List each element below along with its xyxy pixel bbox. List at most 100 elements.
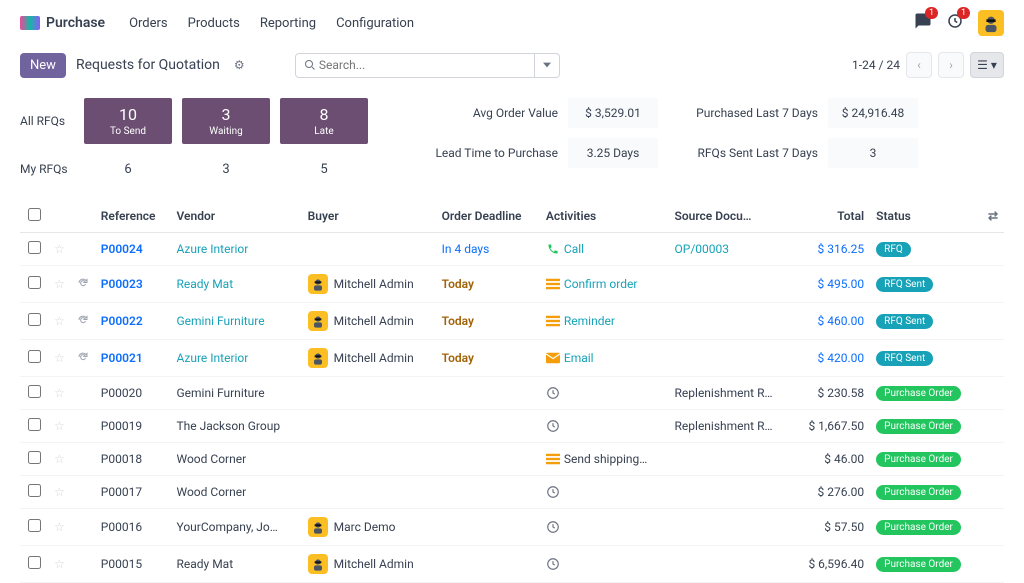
star-icon[interactable]: ☆: [54, 485, 65, 499]
vendor-link[interactable]: Azure Interior: [177, 242, 249, 256]
row-checkbox[interactable]: [28, 241, 41, 254]
total-value: $ 46.00: [824, 452, 864, 466]
activity-cell[interactable]: Call: [546, 242, 663, 256]
row-checkbox[interactable]: [28, 350, 41, 363]
row-checkbox[interactable]: [28, 385, 41, 398]
reference-link[interactable]: P00015: [101, 557, 142, 571]
resend-icon[interactable]: [77, 352, 89, 366]
activity-cell[interactable]: Send shipping…: [546, 452, 663, 466]
col-deadline[interactable]: Order Deadline: [436, 200, 540, 233]
activity-cell[interactable]: [546, 386, 663, 400]
vendor-link[interactable]: Wood Corner: [177, 485, 247, 499]
user-avatar[interactable]: [978, 10, 1004, 36]
col-reference[interactable]: Reference: [95, 200, 171, 233]
table-row[interactable]: ☆P00022Gemini FurnitureMitchell AdminTod…: [20, 303, 1004, 340]
source-doc[interactable]: OP/00003: [675, 242, 730, 256]
activity-cell[interactable]: [546, 557, 663, 571]
total-value[interactable]: $ 460.00: [818, 314, 865, 328]
stat-late[interactable]: 8 Late: [280, 98, 368, 144]
table-row[interactable]: ☆P00024Azure InteriorIn 4 daysCallOP/000…: [20, 233, 1004, 266]
reference-link[interactable]: P00019: [101, 419, 142, 433]
total-value[interactable]: $ 495.00: [818, 277, 865, 291]
star-icon[interactable]: ☆: [54, 242, 65, 256]
new-button[interactable]: New: [20, 53, 66, 78]
row-checkbox[interactable]: [28, 556, 41, 569]
col-vendor[interactable]: Vendor: [171, 200, 302, 233]
stat-my-waiting[interactable]: 3: [182, 150, 270, 188]
total-value[interactable]: $ 420.00: [818, 351, 865, 365]
row-checkbox[interactable]: [28, 276, 41, 289]
vendor-link[interactable]: YourCompany, Jo…: [177, 520, 278, 534]
reference-link[interactable]: P00022: [101, 314, 143, 328]
view-switcher[interactable]: ☰ ▾: [970, 52, 1004, 78]
col-activities[interactable]: Activities: [540, 200, 669, 233]
col-buyer[interactable]: Buyer: [302, 200, 436, 233]
search-input[interactable]: [319, 58, 526, 72]
activity-cell[interactable]: Confirm order: [546, 277, 663, 291]
page-prev[interactable]: ‹: [906, 52, 932, 78]
activity-cell[interactable]: Email: [546, 351, 663, 365]
star-icon[interactable]: ☆: [54, 520, 65, 534]
vendor-link[interactable]: The Jackson Group: [177, 419, 281, 433]
table-row[interactable]: ☆P00023Ready MatMitchell AdminTodayConfi…: [20, 266, 1004, 303]
page-next[interactable]: ›: [938, 52, 964, 78]
total-value[interactable]: $ 316.25: [818, 242, 865, 256]
star-icon[interactable]: ☆: [54, 386, 65, 400]
row-checkbox[interactable]: [28, 418, 41, 431]
vendor-link[interactable]: Ready Mat: [177, 557, 234, 571]
vendor-link[interactable]: Ready Mat: [177, 277, 234, 291]
col-options-icon[interactable]: ⇄: [980, 200, 1004, 233]
activity-cell[interactable]: [546, 419, 663, 433]
reference-link[interactable]: P00023: [101, 277, 143, 291]
activity-cell[interactable]: Reminder: [546, 314, 663, 328]
col-source[interactable]: Source Docu…: [669, 200, 794, 233]
star-icon[interactable]: ☆: [54, 351, 65, 365]
resend-icon[interactable]: [77, 315, 89, 329]
table-row[interactable]: ☆P00015Ready MatMitchell Admin$ 6,596.40…: [20, 546, 1004, 583]
vendor-link[interactable]: Wood Corner: [177, 452, 247, 466]
reference-link[interactable]: P00020: [101, 386, 142, 400]
search-dropdown[interactable]: [535, 53, 560, 78]
nav-orders[interactable]: Orders: [129, 16, 168, 31]
activity-cell[interactable]: [546, 485, 663, 499]
star-icon[interactable]: ☆: [54, 557, 65, 571]
nav-products[interactable]: Products: [188, 16, 240, 31]
col-status[interactable]: Status: [870, 200, 980, 233]
col-total[interactable]: Total: [793, 200, 870, 233]
gear-icon[interactable]: ⚙: [234, 58, 245, 72]
table-row[interactable]: ☆P00019The Jackson GroupReplenishment R……: [20, 410, 1004, 443]
table-row[interactable]: ☆P00016YourCompany, Jo…Marc Demo$ 57.50P…: [20, 509, 1004, 546]
reference-link[interactable]: P00017: [101, 485, 142, 499]
row-checkbox[interactable]: [28, 451, 41, 464]
nav-configuration[interactable]: Configuration: [336, 16, 414, 31]
row-checkbox[interactable]: [28, 484, 41, 497]
stat-waiting[interactable]: 3 Waiting: [182, 98, 270, 144]
reference-link[interactable]: P00018: [101, 452, 142, 466]
table-row[interactable]: ☆P00017Wood Corner$ 276.00Purchase Order: [20, 476, 1004, 509]
reference-link[interactable]: P00024: [101, 242, 143, 256]
star-icon[interactable]: ☆: [54, 452, 65, 466]
activity-cell[interactable]: [546, 520, 663, 534]
stat-to-send[interactable]: 10 To Send: [84, 98, 172, 144]
vendor-link[interactable]: Gemini Furniture: [177, 314, 265, 328]
brand-name[interactable]: Purchase: [46, 15, 105, 31]
table-row[interactable]: ☆P00020Gemini FurnitureReplenishment R…$…: [20, 377, 1004, 410]
vendor-link[interactable]: Azure Interior: [177, 351, 249, 365]
star-icon[interactable]: ☆: [54, 419, 65, 433]
reference-link[interactable]: P00016: [101, 520, 142, 534]
table-row[interactable]: ☆P00021Azure InteriorMitchell AdminToday…: [20, 340, 1004, 377]
search-box[interactable]: [295, 53, 535, 78]
stat-my-late[interactable]: 5: [280, 150, 368, 188]
stat-my-to-send[interactable]: 6: [84, 150, 172, 188]
star-icon[interactable]: ☆: [54, 314, 65, 328]
reference-link[interactable]: P00021: [101, 351, 143, 365]
star-icon[interactable]: ☆: [54, 277, 65, 291]
vendor-link[interactable]: Gemini Furniture: [177, 386, 265, 400]
activity-icon[interactable]: 1: [946, 12, 964, 34]
row-checkbox[interactable]: [28, 313, 41, 326]
resend-icon[interactable]: [77, 278, 89, 292]
chat-icon[interactable]: 1: [914, 12, 932, 34]
table-row[interactable]: ☆P00018Wood CornerSend shipping…$ 46.00P…: [20, 443, 1004, 476]
nav-reporting[interactable]: Reporting: [260, 16, 316, 31]
select-all-checkbox[interactable]: [28, 208, 41, 221]
